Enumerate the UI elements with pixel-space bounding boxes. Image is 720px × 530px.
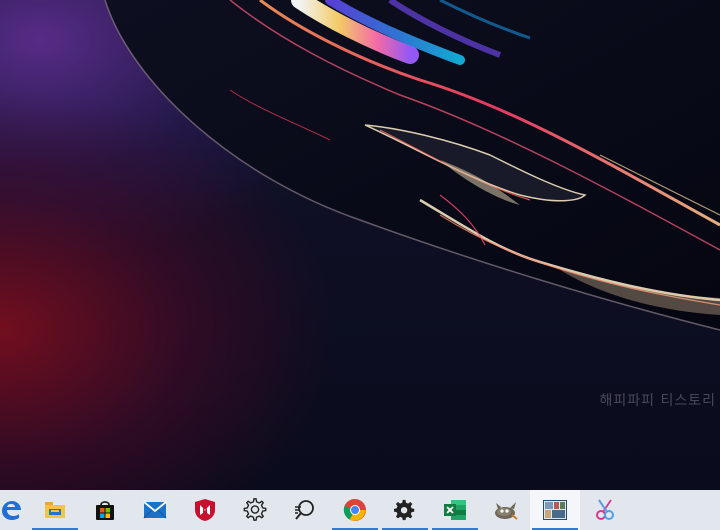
edge-icon [2, 501, 21, 520]
watermark-text: 해피파피 티스토리 [599, 393, 716, 409]
taskbar-photo-viewer[interactable] [530, 490, 580, 530]
chrome-icon [343, 498, 366, 521]
taskbar [0, 490, 720, 530]
desktop-wallpaper: 해피파피 티스토리 [0, 0, 720, 490]
photo-viewer-icon [543, 500, 567, 520]
settings-gear-outline-icon [243, 498, 267, 521]
excel-icon [444, 500, 466, 520]
taskbar-microsoft-store[interactable] [80, 490, 130, 530]
taskbar-chrome[interactable] [330, 490, 380, 530]
settings-gear-icon [394, 499, 415, 521]
taskbar-search-feedback[interactable] [280, 490, 330, 530]
taskbar-mail[interactable] [130, 490, 180, 530]
taskbar-excel[interactable] [430, 490, 480, 530]
gimp-icon [495, 502, 518, 520]
taskbar-gimp[interactable] [480, 490, 530, 530]
taskbar-settings[interactable] [380, 490, 430, 530]
mail-icon [143, 501, 167, 519]
microsoft-store-icon [96, 501, 114, 520]
taskbar-mcafee[interactable] [180, 490, 230, 530]
snipping-tool-icon [596, 499, 614, 520]
taskbar-settings-outline[interactable] [230, 490, 280, 530]
mcafee-icon [195, 499, 215, 521]
wallpaper-swirl-graphic [104, 0, 720, 331]
taskbar-snipping-tool[interactable] [580, 490, 630, 530]
taskbar-file-explorer[interactable] [30, 490, 80, 530]
search-feedback-icon [295, 500, 314, 520]
file-explorer-icon [45, 502, 65, 518]
taskbar-edge[interactable] [0, 490, 30, 530]
